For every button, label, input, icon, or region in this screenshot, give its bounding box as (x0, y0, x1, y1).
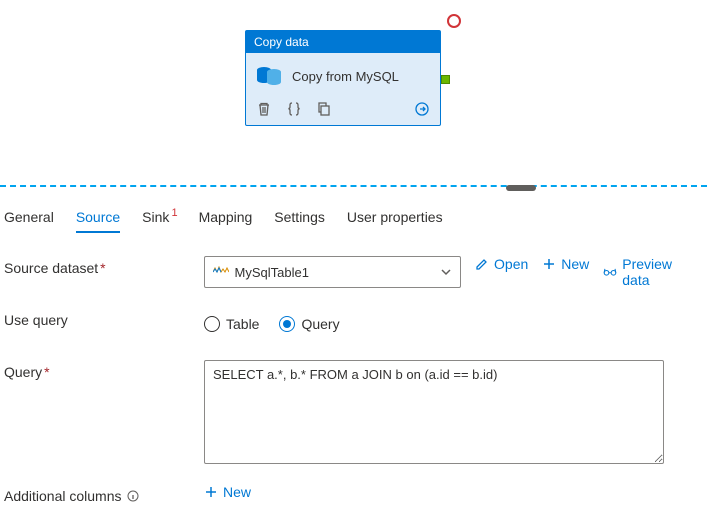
copy-data-activity[interactable]: Copy data Copy from MySQL (245, 30, 441, 126)
add-column-button[interactable]: New (204, 484, 251, 500)
source-form: Source dataset* MySqlTable1 Open New Pre… (0, 234, 707, 504)
annotation-circle (447, 14, 461, 28)
selected-dataset: MySqlTable1 (235, 265, 440, 280)
config-tabs: General Source Sink 1 Mapping Settings U… (0, 193, 707, 234)
tab-sink-label: Sink (142, 209, 169, 225)
glasses-icon (603, 265, 617, 279)
info-icon (127, 490, 139, 502)
use-query-radio-group: Table Query (204, 308, 340, 340)
new-dataset-button[interactable]: New (542, 256, 589, 272)
tab-settings[interactable]: Settings (274, 205, 325, 233)
preview-data-button[interactable]: Preview data (603, 256, 703, 288)
query-textarea[interactable] (204, 360, 664, 464)
chevron-down-icon (440, 266, 452, 278)
pipeline-canvas[interactable]: Copy data Copy from MySQL (0, 0, 707, 185)
use-query-label: Use query (4, 308, 204, 328)
query-label: Query* (4, 360, 204, 380)
tab-general[interactable]: General (4, 205, 54, 233)
plus-icon (542, 257, 556, 271)
activity-toolbar (246, 95, 440, 125)
source-dataset-label: Source dataset* (4, 256, 204, 276)
panel-divider[interactable] (0, 185, 707, 187)
radio-table[interactable]: Table (204, 316, 259, 332)
source-dataset-select[interactable]: MySqlTable1 (204, 256, 461, 288)
dataset-icon (213, 266, 229, 278)
activity-body: Copy from MySQL (246, 53, 440, 95)
tab-source[interactable]: Source (76, 205, 120, 233)
activity-title: Copy from MySQL (292, 69, 399, 84)
tab-mapping[interactable]: Mapping (199, 205, 253, 233)
sink-changed-indicator: 1 (169, 207, 176, 219)
drag-handle[interactable] (506, 185, 536, 191)
tab-user-properties[interactable]: User properties (347, 205, 443, 233)
plus-icon (204, 485, 218, 499)
delete-icon[interactable] (256, 101, 272, 117)
database-icon (256, 65, 282, 87)
copy-icon[interactable] (316, 101, 332, 117)
additional-columns-label: Additional columns (4, 484, 204, 504)
output-connector[interactable] (441, 75, 450, 84)
braces-icon[interactable] (286, 101, 302, 117)
move-right-icon[interactable] (414, 101, 430, 117)
activity-type-header: Copy data (246, 31, 440, 53)
pencil-icon (475, 257, 489, 271)
radio-query[interactable]: Query (279, 316, 339, 332)
open-dataset-button[interactable]: Open (475, 256, 528, 272)
tab-sink[interactable]: Sink 1 (142, 205, 176, 233)
